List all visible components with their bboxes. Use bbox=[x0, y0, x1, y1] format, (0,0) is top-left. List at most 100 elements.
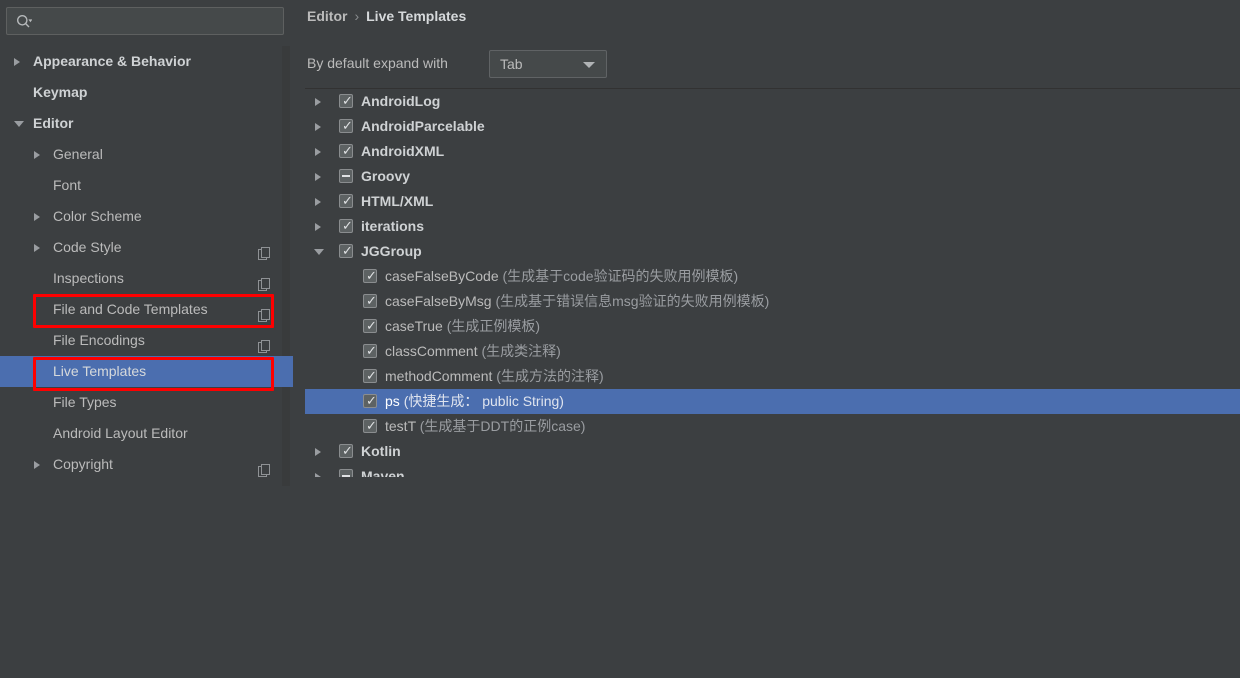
chevron-right-icon[interactable] bbox=[34, 244, 40, 252]
template-group-row[interactable]: Maven bbox=[305, 464, 1240, 477]
template-abbrev-text: caseTrue bbox=[385, 318, 443, 334]
template-group-row[interactable]: ✓ HTML/XML bbox=[305, 189, 1240, 214]
sidebar-item-appearance-behavior[interactable]: Appearance & Behavior bbox=[0, 46, 293, 77]
template-description-text: (生成类注释) bbox=[481, 343, 561, 359]
sidebar-item-live-templates[interactable]: Live Templates bbox=[0, 356, 293, 387]
sidebar-item-font[interactable]: Font bbox=[0, 170, 293, 201]
template-group-row[interactable]: ✓ Kotlin bbox=[305, 439, 1240, 464]
template-detail-panel: Abbreviation: Description: Template text… bbox=[0, 486, 1240, 678]
template-group-row[interactable]: ✓ AndroidLog bbox=[305, 89, 1240, 114]
template-checkbox[interactable]: ✓ bbox=[363, 318, 377, 333]
breadcrumb-leaf: Live Templates bbox=[366, 8, 467, 24]
template-checkbox[interactable]: ✓ bbox=[339, 93, 353, 108]
sidebar-item-label: File and Code Templates bbox=[53, 301, 208, 317]
sidebar-item-editor[interactable]: Editor bbox=[0, 108, 293, 139]
template-group-row[interactable]: ✓ AndroidXML bbox=[305, 139, 1240, 164]
checkmark-icon: ✓ bbox=[342, 243, 353, 258]
sidebar-item-color-scheme[interactable]: Color Scheme bbox=[0, 201, 293, 232]
template-row[interactable]: ✓ classComment (生成类注释) bbox=[305, 339, 1240, 364]
template-abbrev-text: methodComment bbox=[385, 368, 493, 384]
template-row[interactable]: ✓ caseTrue (生成正例模板) bbox=[305, 314, 1240, 339]
checkbox-dash-icon bbox=[342, 175, 350, 177]
sidebar-item-label: Inspections bbox=[53, 270, 124, 286]
search-box[interactable] bbox=[6, 7, 284, 35]
copy-icon-wrap[interactable] bbox=[258, 240, 271, 260]
sidebar-item-file-and-code-templates[interactable]: File and Code Templates bbox=[0, 294, 293, 325]
chevron-right-icon[interactable] bbox=[315, 223, 321, 231]
chevron-right-icon[interactable] bbox=[315, 198, 321, 206]
sidebar-item-keymap[interactable]: Keymap bbox=[0, 77, 293, 108]
copy-icon-wrap[interactable] bbox=[258, 302, 271, 322]
chevron-right-icon[interactable] bbox=[34, 213, 40, 221]
search-input[interactable] bbox=[39, 8, 279, 34]
template-checkbox[interactable] bbox=[339, 169, 353, 183]
template-name: methodComment (生成方法的注释) bbox=[385, 364, 604, 389]
checkmark-icon: ✓ bbox=[366, 418, 377, 433]
chevron-right-icon[interactable] bbox=[315, 173, 321, 181]
template-abbrev-text: caseFalseByMsg bbox=[385, 293, 492, 309]
template-checkbox[interactable]: ✓ bbox=[339, 218, 353, 233]
template-row[interactable]: ✓ caseFalseByCode (生成基于code验证码的失败用例模板) bbox=[305, 264, 1240, 289]
template-abbrev-text: testT bbox=[385, 418, 416, 434]
template-checkbox[interactable]: ✓ bbox=[339, 243, 353, 258]
template-group-label: Groovy bbox=[361, 168, 411, 184]
copy-icon bbox=[258, 309, 270, 322]
chevron-down-icon[interactable] bbox=[14, 121, 24, 127]
breadcrumb-root[interactable]: Editor bbox=[307, 8, 347, 24]
template-checkbox[interactable]: ✓ bbox=[339, 443, 353, 458]
copy-icon-wrap[interactable] bbox=[258, 333, 271, 353]
template-row[interactable]: ✓ ps (快捷生成： public String) bbox=[305, 389, 1240, 414]
chevron-right-icon[interactable] bbox=[315, 98, 321, 106]
chevron-right-icon[interactable] bbox=[34, 151, 40, 159]
template-group-row[interactable]: ✓ AndroidParcelable bbox=[305, 114, 1240, 139]
sidebar-item-file-types[interactable]: File Types bbox=[0, 387, 293, 418]
sidebar-item-general[interactable]: General bbox=[0, 139, 293, 170]
template-name: caseTrue (生成正例模板) bbox=[385, 314, 540, 339]
live-templates-tree[interactable]: ✓ AndroidLog ✓ AndroidParcelable ✓ AndroidXML… bbox=[305, 88, 1240, 477]
copy-icon-wrap[interactable] bbox=[258, 271, 271, 291]
checkmark-icon: ✓ bbox=[342, 143, 353, 158]
template-row[interactable]: ✓ caseFalseByMsg (生成基于错误信息msg验证的失败用例模板) bbox=[305, 289, 1240, 314]
sidebar-item-label: Android Layout Editor bbox=[53, 425, 188, 441]
template-checkbox[interactable]: ✓ bbox=[339, 143, 353, 158]
chevron-right-icon[interactable] bbox=[315, 123, 321, 131]
sidebar-item-copyright[interactable]: Copyright bbox=[0, 449, 293, 480]
chevron-right-icon[interactable] bbox=[14, 58, 20, 66]
template-checkbox[interactable]: ✓ bbox=[363, 368, 377, 383]
chevron-right-icon[interactable] bbox=[315, 473, 321, 477]
sidebar-item-label: Copyright bbox=[53, 456, 113, 472]
chevron-right-icon[interactable] bbox=[315, 148, 321, 156]
template-checkbox[interactable]: ✓ bbox=[363, 393, 377, 408]
checkmark-icon: ✓ bbox=[366, 318, 377, 333]
template-row[interactable]: ✓ testT (生成基于DDT的正例case) bbox=[305, 414, 1240, 439]
sidebar-item-code-style[interactable]: Code Style bbox=[0, 232, 293, 263]
checkmark-icon: ✓ bbox=[366, 368, 377, 383]
template-checkbox[interactable]: ✓ bbox=[363, 418, 377, 433]
template-checkbox[interactable]: ✓ bbox=[363, 293, 377, 308]
default-expand-dropdown[interactable]: Tab bbox=[489, 50, 607, 78]
chevron-right-icon[interactable] bbox=[34, 461, 40, 469]
template-checkbox[interactable]: ✓ bbox=[339, 193, 353, 208]
template-group-label: Maven bbox=[361, 468, 405, 477]
template-group-row[interactable]: ✓ JGGroup bbox=[305, 239, 1240, 264]
breadcrumb-separator-icon: › bbox=[354, 8, 360, 24]
default-expand-label: By default expand with bbox=[307, 55, 448, 71]
template-group-row[interactable]: ✓ iterations bbox=[305, 214, 1240, 239]
copy-icon bbox=[258, 340, 270, 353]
template-group-label: AndroidLog bbox=[361, 93, 441, 109]
template-checkbox[interactable]: ✓ bbox=[339, 118, 353, 133]
template-row[interactable]: ✓ methodComment (生成方法的注释) bbox=[305, 364, 1240, 389]
template-checkbox[interactable] bbox=[339, 469, 353, 477]
sidebar-item-label: Color Scheme bbox=[53, 208, 142, 224]
sidebar-item-android-layout-editor[interactable]: Android Layout Editor bbox=[0, 418, 293, 449]
sidebar-item-file-encodings[interactable]: File Encodings bbox=[0, 325, 293, 356]
checkmark-icon: ✓ bbox=[342, 118, 353, 133]
sidebar-item-inspections[interactable]: Inspections bbox=[0, 263, 293, 294]
copy-icon-wrap[interactable] bbox=[258, 457, 271, 477]
template-checkbox[interactable]: ✓ bbox=[363, 268, 377, 283]
chevron-right-icon[interactable] bbox=[315, 448, 321, 456]
template-name: caseFalseByCode (生成基于code验证码的失败用例模板) bbox=[385, 264, 738, 289]
template-group-row[interactable]: Groovy bbox=[305, 164, 1240, 189]
chevron-down-icon[interactable] bbox=[314, 249, 324, 255]
template-checkbox[interactable]: ✓ bbox=[363, 343, 377, 358]
